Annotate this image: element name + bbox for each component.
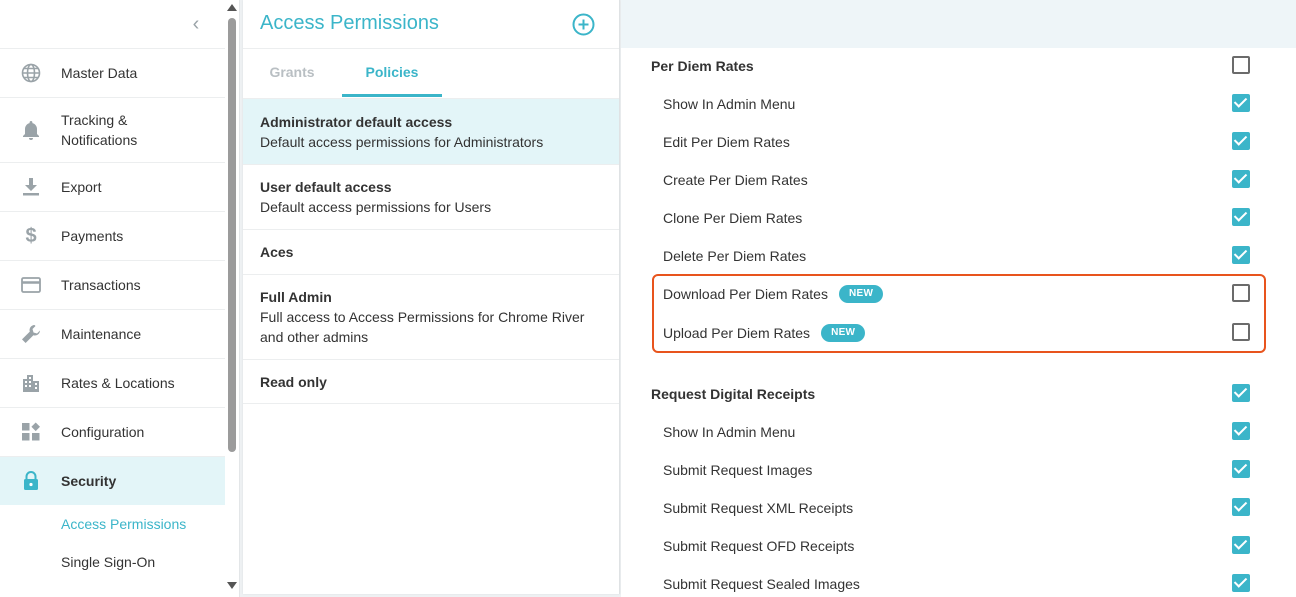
permission-label: Request Digital Receipts — [651, 386, 816, 402]
permission-label: Submit Request XML Receipts — [663, 500, 854, 516]
policy-name: Aces — [260, 244, 294, 260]
permission-label: Show In Admin Menu — [663, 424, 796, 440]
sidebar-item-label: Rates & Locations — [61, 375, 175, 391]
sidebar-subitem-single-sign-on[interactable]: Single Sign-On — [0, 543, 225, 581]
page-title: Access Permissions — [260, 12, 439, 34]
sidebar-item-payments[interactable]: $ Payments — [0, 211, 225, 260]
widgets-icon — [20, 421, 42, 443]
permission-label: Create Per Diem Rates — [663, 172, 808, 188]
scroll-up-arrow-icon[interactable] — [227, 4, 237, 11]
sidebar-item-label: Security — [61, 473, 117, 489]
sidebar-nav: Master Data Tracking & Notifications Exp… — [0, 48, 225, 581]
sidebar-item-rates-locations[interactable]: Rates & Locations — [0, 358, 225, 407]
sidebar-item-label: Master Data — [61, 65, 138, 81]
policy-name: Administrator default access — [260, 114, 453, 130]
add-circle-icon — [572, 13, 595, 36]
list-item[interactable]: Aces — [243, 229, 619, 274]
sidebar-item-security[interactable]: Security — [0, 456, 225, 505]
sidebar-item-configuration[interactable]: Configuration — [0, 407, 225, 456]
policy-description: Full access to Access Permissions for Ch… — [260, 309, 585, 345]
list-item[interactable]: Read only — [243, 359, 619, 404]
policy-list: Administrator default access Default acc… — [243, 98, 619, 404]
permission-label: Submit Request Images — [663, 462, 813, 478]
sidebar-item-label: Transactions — [61, 277, 141, 293]
permission-label: Clone Per Diem Rates — [663, 210, 803, 226]
permission-label: Per Diem Rates — [651, 58, 754, 74]
permission-checkbox[interactable] — [1232, 384, 1250, 402]
permission-row: Clone Per Diem Rates — [621, 199, 1296, 237]
permission-label: Submit Request OFD Receipts — [663, 538, 855, 554]
sidebar-item-master-data[interactable]: Master Data — [0, 48, 225, 97]
permission-group-per-diem-rates: Per Diem Rates — [621, 47, 1296, 85]
download-icon — [20, 176, 42, 198]
scroll-down-arrow-icon[interactable] — [227, 582, 237, 589]
scrollbar-thumb[interactable] — [228, 18, 236, 452]
permission-row: Show In Admin Menu — [621, 85, 1296, 123]
sidebar-item-transactions[interactable]: Transactions — [0, 260, 225, 309]
permission-checkbox[interactable] — [1232, 132, 1250, 150]
permission-label: Edit Per Diem Rates — [663, 134, 790, 150]
list-item[interactable]: Administrator default access Default acc… — [243, 98, 619, 164]
policy-name: User default access — [260, 179, 392, 195]
policy-name: Read only — [260, 374, 327, 390]
permission-checkbox[interactable] — [1232, 246, 1250, 264]
permission-row: Edit Per Diem Rates — [621, 123, 1296, 161]
bell-icon — [20, 119, 42, 141]
sidebar-item-maintenance[interactable]: Maintenance — [0, 309, 225, 358]
sidebar-item-label: Tracking & Notifications — [61, 112, 138, 148]
collapse-sidebar-button[interactable]: ‹ — [186, 12, 206, 36]
dollar-icon: $ — [25, 224, 37, 247]
credit-card-icon — [20, 274, 42, 296]
buildings-icon — [20, 372, 42, 394]
sidebar-item-label: Export — [61, 179, 102, 195]
permission-label: Submit Request Sealed Images — [663, 576, 860, 592]
permission-checkbox[interactable] — [1232, 460, 1250, 478]
permission-row: Create Per Diem Rates — [621, 161, 1296, 199]
list-item[interactable]: Full Admin Full access to Access Permiss… — [243, 274, 619, 359]
permission-checkbox[interactable] — [1232, 56, 1250, 74]
sidebar-subitem-access-permissions[interactable]: Access Permissions — [0, 505, 225, 543]
permission-label: Show In Admin Menu — [663, 96, 796, 112]
policy-name: Full Admin — [260, 289, 332, 305]
permission-row: Submit Request OFD Receipts — [621, 527, 1296, 565]
permission-checkbox[interactable] — [1232, 536, 1250, 554]
add-policy-button[interactable] — [572, 13, 595, 36]
list-item[interactable]: User default access Default access permi… — [243, 164, 619, 229]
permission-row: Delete Per Diem Rates — [621, 237, 1296, 275]
globe-icon — [20, 62, 42, 84]
policy-description: Default access permissions for Administr… — [260, 134, 544, 150]
sidebar-item-tracking-notifications[interactable]: Tracking & Notifications — [0, 97, 225, 162]
sidebar-item-label: Payments — [61, 228, 124, 244]
tab-bar: Grants Policies — [243, 48, 619, 98]
wrench-icon — [20, 323, 42, 345]
highlight-box — [652, 274, 1266, 353]
permission-row: Submit Request Sealed Images — [621, 565, 1296, 597]
permissions-list: Per Diem Rates Show In Admin Menu Edit P… — [621, 48, 1296, 597]
permission-label: Delete Per Diem Rates — [663, 248, 807, 264]
permission-checkbox[interactable] — [1232, 208, 1250, 226]
sidebar-item-label: Configuration — [61, 424, 145, 440]
permission-group-request-digital-receipts: Request Digital Receipts — [621, 375, 1296, 413]
policies-panel: Access Permissions Grants Policies Admin… — [243, 0, 620, 594]
sidebar-item-export[interactable]: Export — [0, 162, 225, 211]
sidebar-scrollbar[interactable] — [226, 0, 238, 597]
permission-row: Submit Request Images — [621, 451, 1296, 489]
policy-description: Default access permissions for Users — [260, 199, 492, 215]
permission-checkbox[interactable] — [1232, 422, 1250, 440]
lock-icon — [20, 470, 42, 492]
permission-row: Show In Admin Menu — [621, 413, 1296, 451]
panel-header: Access Permissions — [243, 0, 619, 48]
tab-policies[interactable]: Policies — [342, 49, 442, 97]
sidebar-item-label: Maintenance — [61, 326, 142, 342]
permission-checkbox[interactable] — [1232, 574, 1250, 592]
sidebar: ‹ Master Data Tracking & Notifications E… — [0, 0, 240, 597]
permission-checkbox[interactable] — [1232, 170, 1250, 188]
permission-row: Submit Request XML Receipts — [621, 489, 1296, 527]
permission-checkbox[interactable] — [1232, 498, 1250, 516]
tab-grants[interactable]: Grants — [263, 49, 321, 97]
permissions-panel: Per Diem Rates Show In Admin Menu Edit P… — [621, 0, 1296, 597]
permissions-header — [621, 0, 1296, 48]
permission-checkbox[interactable] — [1232, 94, 1250, 112]
